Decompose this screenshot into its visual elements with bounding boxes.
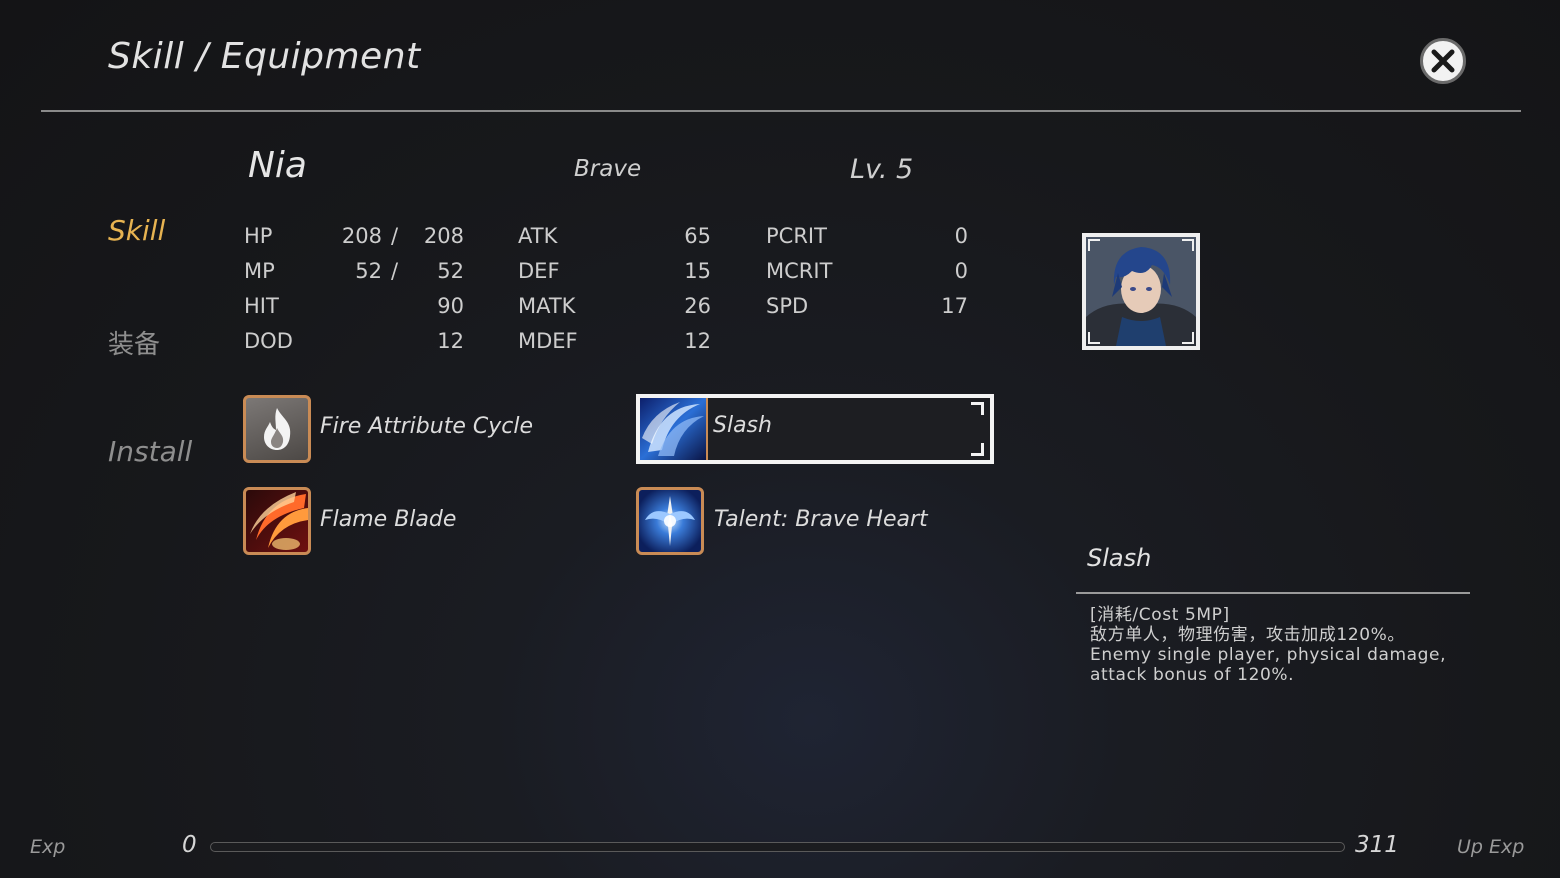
up-exp-label: Up Exp [1457, 836, 1525, 858]
skill-label-brave-heart[interactable]: Talent: Brave Heart [714, 507, 928, 532]
close-button[interactable] [1420, 38, 1466, 84]
stat-def-label: DEF [518, 259, 560, 283]
fire-icon [264, 408, 291, 450]
stat-mp-label: MP [244, 259, 275, 283]
skill-detail-line: 敌方单人，物理伤害，攻击加成120%。 [1090, 625, 1406, 645]
stat-hp-current: 208 [341, 224, 382, 248]
character-name: Nia [248, 145, 307, 186]
stat-spd-value: 17 [941, 294, 968, 318]
stat-atk-label: ATK [518, 224, 558, 248]
skill-detail-line: Enemy single player, physical damage, [1090, 645, 1447, 665]
stat-hp-label: HP [244, 224, 273, 248]
stat-atk-value: 65 [684, 224, 711, 248]
page-title: Skill / Equipment [108, 36, 421, 77]
stat-pcrit-label: PCRIT [766, 224, 827, 248]
character-avatar-icon [1086, 237, 1196, 346]
character-class: Brave [574, 156, 642, 182]
stat-dod-value: 12 [437, 329, 464, 353]
stat-mdef-value: 12 [684, 329, 711, 353]
stat-matk-label: MATK [518, 294, 576, 318]
close-icon [1431, 49, 1455, 73]
exp-label: Exp [30, 836, 66, 858]
skill-label-flame-blade[interactable]: Flame Blade [320, 507, 456, 532]
header-divider [41, 110, 1521, 112]
skill-label-slash[interactable]: Slash [713, 413, 772, 438]
slash-swirl-icon [640, 398, 706, 460]
stat-matk-value: 26 [684, 294, 711, 318]
skill-detail-description: [消耗/Cost 5MP] 敌方单人，物理伤害，攻击加成120%。 Enemy … [1090, 605, 1470, 685]
skill-detail-title: Slash [1087, 544, 1152, 572]
character-portrait [1082, 233, 1200, 350]
skill-detail-divider [1076, 592, 1470, 594]
skill-detail-line: [消耗/Cost 5MP] [1090, 605, 1230, 625]
brave-heart-icon [645, 496, 695, 546]
character-level: Lv. 5 [850, 154, 914, 185]
stat-mp-current: 52 [355, 259, 382, 283]
stat-dod-label: DOD [244, 329, 293, 353]
menu-tab-equipment[interactable]: 装备 [108, 324, 160, 361]
exp-progress-bar [210, 842, 1345, 852]
stat-hit-label: HIT [244, 294, 279, 318]
stat-hp-max: 208 [423, 224, 464, 248]
menu-tab-skill[interactable]: Skill [108, 214, 165, 247]
stat-def-value: 15 [684, 259, 711, 283]
stat-spd-label: SPD [766, 294, 809, 318]
flame-blade-icon [250, 492, 308, 550]
stat-mdef-label: MDEF [518, 329, 578, 353]
skill-slot-flame-blade[interactable] [243, 487, 311, 555]
stat-mp-separator: / [391, 259, 399, 283]
exp-current: 0 [182, 832, 197, 858]
stat-hit-value: 90 [437, 294, 464, 318]
skill-label-fire-attribute-cycle[interactable]: Fire Attribute Cycle [320, 414, 533, 439]
skill-slot-fire-attribute-cycle[interactable] [243, 395, 311, 463]
stat-hp-separator: / [391, 224, 399, 248]
stat-mcrit-label: MCRIT [766, 259, 833, 283]
stat-mcrit-value: 0 [954, 259, 968, 283]
skill-detail-line: attack bonus of 120%. [1090, 665, 1295, 685]
menu-tab-install[interactable]: Install [108, 435, 192, 468]
stat-pcrit-value: 0 [954, 224, 968, 248]
skill-slot-brave-heart[interactable] [636, 487, 704, 555]
stat-mp-max: 52 [437, 259, 464, 283]
exp-required: 311 [1355, 832, 1399, 858]
skill-slot-slash-selected[interactable]: Slash [636, 394, 994, 464]
